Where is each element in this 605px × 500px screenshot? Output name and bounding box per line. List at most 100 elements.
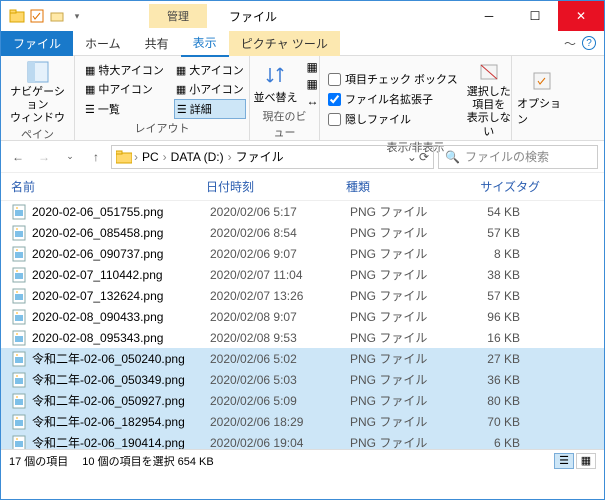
file-name: 令和二年-02-06_050927.png <box>32 392 210 409</box>
layout-small[interactable]: ▦小アイコン <box>174 80 246 98</box>
col-name[interactable]: 名前 <box>11 178 206 195</box>
status-selected: 10 個の項目を選択 654 KB <box>82 453 213 469</box>
check-file-extensions[interactable]: ファイル名拡張子 <box>328 91 458 107</box>
col-date[interactable]: 日付時刻 <box>206 178 346 195</box>
file-row[interactable]: 令和二年-02-06_050927.png2020/02/06 5:09PNG … <box>1 390 604 411</box>
qat-newfolder-icon[interactable] <box>49 8 65 24</box>
file-row[interactable]: 2020-02-07_110442.png2020/02/07 11:04PNG… <box>1 264 604 285</box>
png-file-icon <box>11 246 27 262</box>
file-row[interactable]: 2020-02-06_085458.png2020/02/06 8:54PNG … <box>1 222 604 243</box>
crumb-folder[interactable]: ファイル <box>234 148 286 165</box>
file-type: PNG ファイル <box>350 434 450 449</box>
navigation-pane-button[interactable]: ナビゲーション ウィンドウ <box>9 60 66 126</box>
file-type: PNG ファイル <box>350 329 450 346</box>
address-dropdown-icon[interactable]: ⌄ <box>407 150 417 164</box>
file-name: 令和二年-02-06_190414.png <box>32 434 210 449</box>
ribbon-help: 〜 ? <box>564 35 596 52</box>
layout-list[interactable]: ☰一覧 <box>83 99 166 119</box>
png-file-icon <box>11 414 27 430</box>
layout-medium[interactable]: ▦中アイコン <box>83 80 166 98</box>
ribbon-collapse-icon[interactable]: 〜 <box>564 35 576 52</box>
qat-dropdown-icon[interactable]: ▾ <box>69 8 85 24</box>
recent-dropdown[interactable]: ⌄ <box>59 146 81 168</box>
maximize-button[interactable]: ☐ <box>512 1 558 31</box>
file-name: 令和二年-02-06_182954.png <box>32 413 210 430</box>
file-size: 8 KB <box>450 247 520 261</box>
addcols-icon[interactable]: ▦ <box>307 77 319 91</box>
file-size: 96 KB <box>450 310 520 324</box>
refresh-icon[interactable]: ⟳ <box>419 150 429 164</box>
context-tab-title: 管理 <box>149 4 207 28</box>
file-date: 2020/02/07 13:26 <box>210 289 350 303</box>
file-size: 6 KB <box>450 436 520 450</box>
minimize-button[interactable]: ─ <box>466 1 512 31</box>
file-row[interactable]: 令和二年-02-06_050349.png2020/02/06 5:03PNG … <box>1 369 604 390</box>
file-list[interactable]: 2020-02-06_051755.png2020/02/06 5:17PNG … <box>1 201 604 449</box>
file-row[interactable]: 2020-02-08_095343.png2020/02/08 9:53PNG … <box>1 327 604 348</box>
png-file-icon <box>11 288 27 304</box>
layout-xlarge[interactable]: ▦特大アイコン <box>83 61 166 79</box>
navpane-icon <box>26 60 50 84</box>
tab-view[interactable]: 表示 <box>181 30 229 57</box>
back-button[interactable]: ← <box>7 146 29 168</box>
file-date: 2020/02/08 9:07 <box>210 310 350 324</box>
tab-file[interactable]: ファイル <box>1 31 73 56</box>
options-icon <box>530 69 554 93</box>
sizecols-icon[interactable]: ↔ <box>307 94 319 108</box>
file-row[interactable]: 2020-02-08_090433.png2020/02/08 9:07PNG … <box>1 306 604 327</box>
layout-large[interactable]: ▦大アイコン <box>174 61 246 79</box>
file-type: PNG ファイル <box>350 392 450 409</box>
groupby-icon[interactable]: ▦ <box>307 60 319 74</box>
layout-details[interactable]: ☰詳細 <box>174 99 246 119</box>
forward-button[interactable]: → <box>33 146 55 168</box>
folder-icon <box>9 8 25 24</box>
col-size[interactable]: サイズ <box>446 178 516 195</box>
ribbon-tabs: ファイル ホーム 共有 表示 ピクチャ ツール 〜 ? <box>1 31 604 56</box>
sort-button[interactable]: 並べ替え <box>251 63 301 105</box>
layout-options: ▦特大アイコン ▦大アイコン ▦中アイコン ▦小アイコン ☰一覧 ☰詳細 <box>83 61 246 119</box>
file-date: 2020/02/06 9:07 <box>210 247 350 261</box>
address-box[interactable]: › PC › DATA (D:) › ファイル ⌄ ⟳ <box>111 145 434 169</box>
check-hidden-files[interactable]: 隠しファイル <box>328 111 458 127</box>
file-type: PNG ファイル <box>350 413 450 430</box>
address-bar: ← → ⌄ ↑ › PC › DATA (D:) › ファイル ⌄ ⟳ 🔍 ファ… <box>1 141 604 173</box>
file-date: 2020/02/06 5:17 <box>210 205 350 219</box>
close-button[interactable]: ✕ <box>558 1 604 31</box>
title-bar: ▾ 管理 ファイル ─ ☐ ✕ <box>1 1 604 31</box>
file-row[interactable]: 令和二年-02-06_190414.png2020/02/06 19:04PNG… <box>1 432 604 449</box>
help-icon[interactable]: ? <box>582 36 596 50</box>
tab-home[interactable]: ホーム <box>73 31 133 56</box>
status-item-count: 17 個の項目 <box>9 453 68 469</box>
file-size: 16 KB <box>450 331 520 345</box>
ribbon: ナビゲーション ウィンドウ ペイン ▦特大アイコン ▦大アイコン ▦中アイコン … <box>1 56 604 141</box>
file-name: 2020-02-08_090433.png <box>32 310 210 324</box>
view-details-button[interactable]: ☰ <box>554 453 574 469</box>
file-type: PNG ファイル <box>350 224 450 241</box>
tab-share[interactable]: 共有 <box>133 31 181 56</box>
file-row[interactable]: 令和二年-02-06_182954.png2020/02/06 18:29PNG… <box>1 411 604 432</box>
file-size: 57 KB <box>450 226 520 240</box>
col-type[interactable]: 種類 <box>346 178 446 195</box>
file-date: 2020/02/06 5:03 <box>210 373 350 387</box>
file-row[interactable]: 2020-02-07_132624.png2020/02/07 13:26PNG… <box>1 285 604 306</box>
options-button[interactable]: オプション <box>517 69 567 127</box>
check-item-checkboxes[interactable]: 項目チェック ボックス <box>328 71 458 87</box>
file-row[interactable]: 2020-02-06_051755.png2020/02/06 5:17PNG … <box>1 201 604 222</box>
png-file-icon <box>11 372 27 388</box>
file-date: 2020/02/06 8:54 <box>210 226 350 240</box>
search-box[interactable]: 🔍 ファイルの検索 <box>438 145 598 169</box>
group-currentview-label: 現在のビュー <box>258 108 311 140</box>
crumb-drive[interactable]: DATA (D:) <box>169 150 226 164</box>
view-icons-button[interactable]: ▦ <box>576 453 596 469</box>
up-button[interactable]: ↑ <box>85 146 107 168</box>
col-tag[interactable]: タグ <box>516 178 566 195</box>
file-row[interactable]: 2020-02-06_090737.png2020/02/06 9:07PNG … <box>1 243 604 264</box>
window-title: ファイル <box>229 8 277 25</box>
hide-selected-button[interactable]: 選択した項目を 表示しない <box>464 60 514 139</box>
file-row[interactable]: 令和二年-02-06_050240.png2020/02/06 5:02PNG … <box>1 348 604 369</box>
crumb-pc[interactable]: PC <box>140 150 161 164</box>
file-type: PNG ファイル <box>350 287 450 304</box>
qat-properties-icon[interactable] <box>29 8 45 24</box>
file-size: 57 KB <box>450 289 520 303</box>
tab-picture-tools[interactable]: ピクチャ ツール <box>229 31 340 56</box>
